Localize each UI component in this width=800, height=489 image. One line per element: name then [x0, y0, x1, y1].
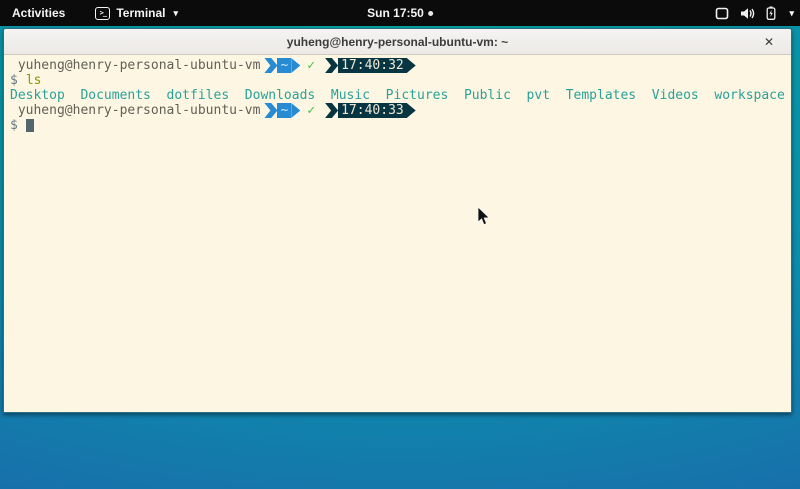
display-icon	[715, 7, 729, 20]
terminal-app-icon: >_	[95, 7, 110, 20]
input-line[interactable]: $	[10, 118, 791, 133]
prompt-line-2: yuheng@henry-personal-ubuntu-vm ~ ✓ 17:4…	[10, 103, 791, 118]
prompt-path-segment: ~	[277, 58, 291, 73]
mouse-cursor-icon	[477, 206, 492, 227]
battery-charging-icon	[766, 6, 776, 20]
text-cursor	[26, 119, 34, 132]
terminal-window: yuheng@henry-personal-ubuntu-vm: ~ ✕ yuh…	[3, 28, 792, 413]
window-titlebar[interactable]: yuheng@henry-personal-ubuntu-vm: ~ ✕	[4, 29, 791, 55]
prompt-user-host: yuheng@henry-personal-ubuntu-vm	[10, 58, 260, 73]
powerline-chevron-icon	[264, 58, 277, 73]
ls-output-line: Desktop Documents dotfiles Downloads Mus…	[10, 88, 791, 103]
powerline-chevron-icon	[264, 103, 277, 118]
powerline-chevron-icon	[325, 103, 338, 118]
powerline-arrow-icon	[291, 103, 300, 118]
typed-command: ls	[26, 73, 42, 88]
prompt-line-1: yuheng@henry-personal-ubuntu-vm ~ ✓ 17:4…	[10, 58, 791, 73]
powerline-arrow-icon	[407, 58, 416, 73]
clock-button[interactable]: Sun 17:50	[367, 6, 433, 20]
chevron-down-icon: ▾	[789, 8, 794, 19]
prompt-time-segment: 17:40:32	[338, 58, 407, 73]
prompt-path-segment: ~	[277, 103, 291, 118]
powerline-chevron-icon	[325, 58, 338, 73]
clock-label: Sun 17:50	[367, 6, 424, 20]
powerline-arrow-icon	[291, 58, 300, 73]
prompt-symbol: $	[10, 118, 18, 133]
activities-button[interactable]: Activities	[12, 6, 65, 20]
command-line: $ ls	[10, 73, 791, 88]
notification-dot	[428, 11, 433, 16]
chevron-down-icon: ▾	[173, 8, 178, 19]
gnome-top-bar: Activities >_ Terminal ▾ Sun 17:50 ▾	[0, 0, 800, 26]
close-icon[interactable]: ✕	[758, 29, 780, 55]
directory-listing: Desktop Documents dotfiles Downloads Mus…	[10, 88, 785, 103]
app-menu-terminal[interactable]: >_ Terminal ▾	[95, 6, 178, 20]
terminal-screen[interactable]: yuheng@henry-personal-ubuntu-vm ~ ✓ 17:4…	[4, 55, 791, 412]
powerline-arrow-icon	[407, 103, 416, 118]
window-title: yuheng@henry-personal-ubuntu-vm: ~	[287, 35, 508, 49]
status-check-icon: ✓	[307, 103, 315, 118]
prompt-time-segment: 17:40:33	[338, 103, 407, 118]
volume-icon	[740, 7, 755, 20]
prompt-user-host: yuheng@henry-personal-ubuntu-vm	[10, 103, 260, 118]
app-menu-label: Terminal	[116, 6, 165, 20]
prompt-symbol: $	[10, 73, 18, 88]
status-check-icon: ✓	[307, 58, 315, 73]
system-tray[interactable]: ▾	[715, 6, 794, 20]
